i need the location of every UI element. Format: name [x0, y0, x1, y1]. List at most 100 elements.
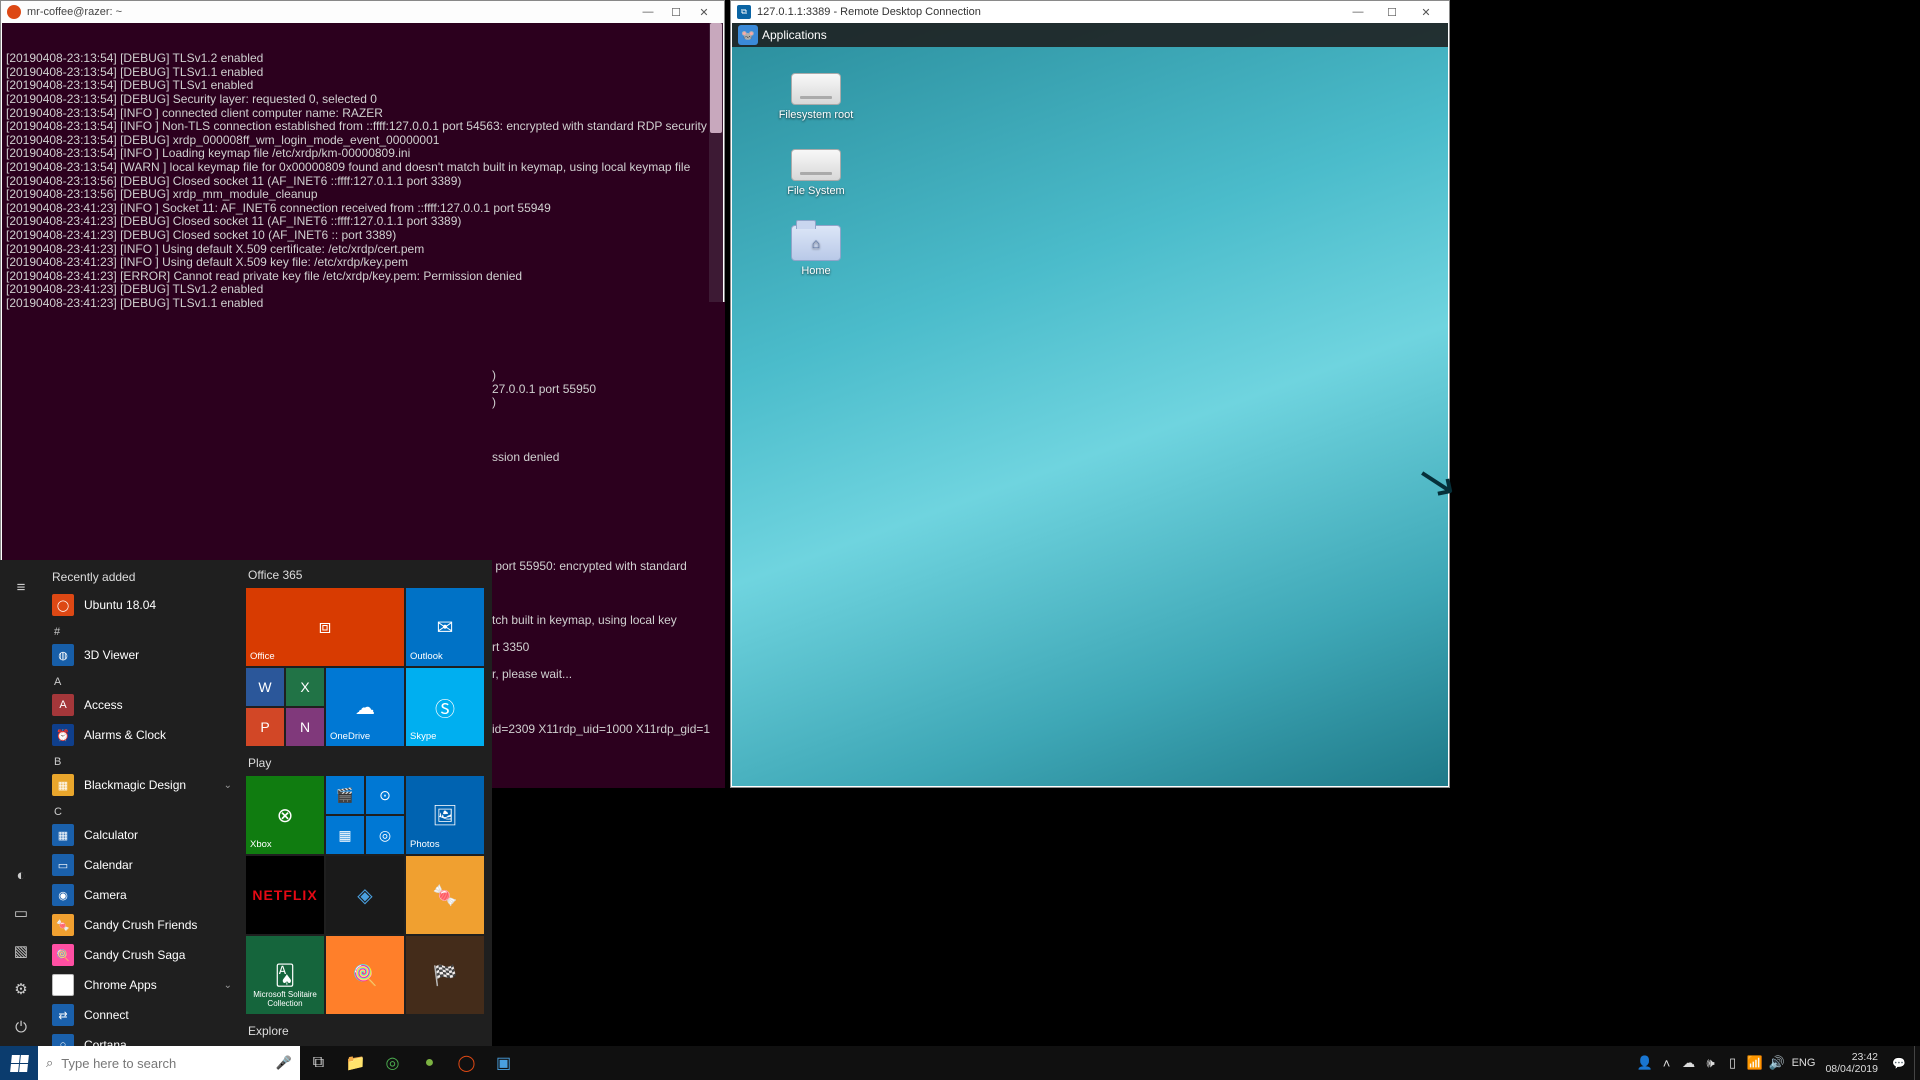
taskbar-app-green[interactable]: ● [411, 1046, 448, 1080]
volume-icon[interactable]: 🔊 [1766, 1046, 1788, 1080]
tile-office[interactable]: ⧈Office [246, 588, 404, 666]
documents-button[interactable]: ▭ [0, 894, 42, 932]
onedrive-icon[interactable]: ☁ [1678, 1046, 1700, 1080]
action-center-button[interactable]: 💬 [1884, 1046, 1914, 1080]
tile-candy-crush-friends[interactable]: 🍬 [406, 856, 484, 934]
app-label: Blackmagic Design [84, 778, 186, 792]
maximize-button[interactable]: ☐ [1375, 2, 1409, 22]
app-list-item[interactable]: ⏰Alarms & Clock [46, 720, 244, 750]
rdp-icon: ⧉ [737, 5, 751, 19]
tile-skype[interactable]: ⓈSkype [406, 668, 484, 746]
tile-onedrive[interactable]: ☁OneDrive [326, 668, 404, 746]
app-label: Access [84, 698, 123, 712]
desktop-icon[interactable]: ⌂Home [768, 225, 864, 277]
close-button[interactable]: ✕ [1409, 2, 1443, 22]
ubuntu-titlebar[interactable]: mr-coffee@razer: ~ — ☐ ✕ [1, 1, 724, 23]
tile-movies[interactable]: 🎬 [326, 776, 364, 814]
app-list-item[interactable]: ○Cortana [46, 1030, 244, 1046]
desktop-icon[interactable]: Filesystem root [768, 73, 864, 121]
app-list-item[interactable]: ⇄Connect [46, 1000, 244, 1030]
xfce-panel[interactable]: 🐭 Applications [732, 23, 1448, 47]
tile-weather[interactable]: ◎ [366, 816, 404, 854]
maximize-button[interactable]: ☐ [662, 3, 690, 21]
tile-powerpoint[interactable]: P [246, 708, 284, 746]
expand-button[interactable]: ≡ [0, 568, 42, 606]
chevron-up-icon[interactable]: ˄ [1656, 1046, 1678, 1080]
start-app-list[interactable]: Recently added ◯Ubuntu 18.04#◍3D ViewerA… [42, 560, 244, 1046]
app-icon: ◎ [52, 974, 74, 996]
minimize-button[interactable]: — [634, 3, 662, 21]
xfce-menu-icon[interactable]: 🐭 [738, 25, 758, 45]
tile-outlook[interactable]: ✉Outlook [406, 588, 484, 666]
rdp-titlebar[interactable]: ⧉ 127.0.1.1:3389 - Remote Desktop Connec… [731, 1, 1449, 23]
xfce-applications-label[interactable]: Applications [762, 28, 827, 42]
desktop-icon-label: Filesystem root [779, 109, 854, 121]
tile-photos[interactable]: 🖼Photos [406, 776, 484, 854]
minimize-button[interactable]: — [1341, 2, 1375, 22]
tile-netflix[interactable]: NETFLIX [246, 856, 324, 934]
rdp-window: ⧉ 127.0.1.1:3389 - Remote Desktop Connec… [730, 0, 1450, 788]
app-list-item[interactable]: ▦Calculator [46, 820, 244, 850]
start-button[interactable] [0, 1046, 38, 1080]
tile-excel[interactable]: X [286, 668, 324, 706]
app-icon: ○ [52, 1034, 74, 1046]
app-label: Camera [84, 888, 127, 902]
app-list-item[interactable]: 🍭Candy Crush Saga [46, 940, 244, 970]
app-list-item[interactable]: ▦Blackmagic Design⌄ [46, 770, 244, 800]
app-list-item[interactable]: ▭Calendar [46, 850, 244, 880]
tile-asphalt[interactable]: 🏁 [406, 936, 484, 1014]
app-list-item[interactable]: ◍3D Viewer [46, 640, 244, 670]
app-label: Candy Crush Friends [84, 918, 197, 932]
pictures-button[interactable]: ▧ [0, 932, 42, 970]
app-list-item[interactable]: ◉Camera [46, 880, 244, 910]
app-list-item[interactable]: A Access [46, 690, 244, 720]
user-button[interactable]: ◐ [0, 856, 42, 894]
app-list-letter[interactable]: # [46, 620, 244, 640]
desktop-icon[interactable]: File System [768, 149, 864, 197]
battery-icon[interactable]: ▯ [1722, 1046, 1744, 1080]
search-box[interactable]: ⌕ Type here to search 🎤 [38, 1046, 300, 1080]
start-tiles[interactable]: Office 365 ⧈Office ✉Outlook W X ☁OneDriv… [244, 560, 492, 1046]
tile-word[interactable]: W [246, 668, 284, 706]
search-icon: ⌕ [46, 1055, 53, 1071]
language-indicator[interactable]: ENG [1788, 1046, 1820, 1080]
clock[interactable]: 23:42 08/04/2019 [1819, 1051, 1884, 1075]
people-icon[interactable]: 👤 [1634, 1046, 1656, 1080]
power-button[interactable]: ⏻ [0, 1008, 42, 1046]
tile-solitaire[interactable]: 🂡Microsoft Solitaire Collection [246, 936, 324, 1014]
show-desktop-button[interactable] [1914, 1046, 1920, 1080]
wifi-icon[interactable]: 📶 [1744, 1046, 1766, 1080]
app-icon: A [52, 694, 74, 716]
close-button[interactable]: ✕ [690, 3, 718, 21]
taskbar-chrome[interactable]: ◎ [374, 1046, 411, 1080]
app-list-letter[interactable]: C [46, 800, 244, 820]
tile-photoshop-express[interactable]: ◈ [326, 856, 404, 934]
app-label: Alarms & Clock [84, 728, 166, 742]
xfce-desktop[interactable]: 🐭 Applications Filesystem root File Syste… [732, 23, 1448, 786]
tile-tips[interactable]: ⊙ [366, 776, 404, 814]
app-list-item[interactable]: ◯Ubuntu 18.04 [46, 590, 244, 620]
mic-icon[interactable]: 🎤 [276, 1055, 292, 1071]
tile-group-play[interactable]: Play [246, 754, 484, 776]
tile-onenote[interactable]: N [286, 708, 324, 746]
settings-button[interactable]: ⚙ [0, 970, 42, 1008]
rdp-title: 127.0.1.1:3389 - Remote Desktop Connecti… [757, 6, 981, 18]
chevron-down-icon: ⌄ [224, 980, 232, 991]
taskbar-file-explorer[interactable]: 📁 [337, 1046, 374, 1080]
app-list-letter[interactable]: B [46, 750, 244, 770]
app-label: Calendar [84, 858, 133, 872]
app-list-item[interactable]: 🍬Candy Crush Friends [46, 910, 244, 940]
tile-calculator[interactable]: ▦ [326, 816, 364, 854]
taskbar-ubuntu[interactable]: ◯ [448, 1046, 485, 1080]
app-icon: ◯ [52, 594, 74, 616]
tile-group-office[interactable]: Office 365 [246, 566, 484, 588]
taskbar-rdp[interactable]: ▣ [485, 1046, 522, 1080]
app-list-letter[interactable]: A [46, 670, 244, 690]
taskbar-task-view[interactable]: ⧉ [300, 1046, 337, 1080]
bluetooth-icon[interactable]: 🕪 [1700, 1046, 1722, 1080]
tile-candy-crush-saga[interactable]: 🍭 [326, 936, 404, 1014]
terminal-output-obscured: ) 27.0.0.1 port 55950 ) ssion denied por… [492, 302, 725, 788]
app-list-item[interactable]: ◎Chrome Apps⌄ [46, 970, 244, 1000]
tile-xbox[interactable]: ⊗Xbox [246, 776, 324, 854]
tile-group-explore[interactable]: Explore [246, 1022, 484, 1044]
